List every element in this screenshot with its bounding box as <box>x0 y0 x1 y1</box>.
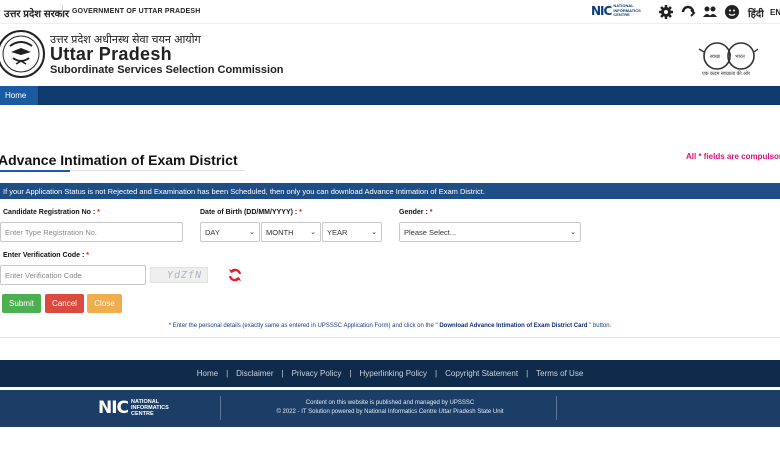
dob-day-select[interactable]: DAY ⌄ <box>200 222 260 242</box>
top-bar: उत्तर प्रदेश सरकार GOVERNMENT OF UTTAR P… <box>0 0 780 24</box>
instruction-text: * Enter the personal details (exactly sa… <box>168 323 612 329</box>
footer-link-disclaimer[interactable]: Disclaimer <box>236 369 273 378</box>
registration-label: Candidate Registration No : * <box>3 209 100 216</box>
chevron-down-icon: ⌄ <box>371 229 377 236</box>
header-title-main: Uttar Pradesh <box>50 44 172 64</box>
footer-link-terms[interactable]: Terms of Use <box>536 369 583 378</box>
verification-field[interactable] <box>0 265 146 285</box>
cancel-button[interactable]: Cancel <box>45 294 84 313</box>
footer-credits: Content on this website is published and… <box>0 399 780 417</box>
verification-label: Enter Verification Code : * <box>3 252 89 259</box>
gender-select[interactable]: Please Select... ⌄ <box>399 222 581 242</box>
verification-input[interactable] <box>5 270 141 280</box>
nic-text: NATIONAL INFORMATICS CENTRE <box>613 3 641 18</box>
dob-month-select[interactable]: MONTH ⌄ <box>261 222 321 242</box>
swachh-caption: एक कदम स्वच्छता की ओर <box>702 71 751 77</box>
nav-home[interactable]: Home <box>0 86 38 105</box>
info-bar: If your Application Status is not Reject… <box>0 183 780 199</box>
title-underline <box>0 170 245 172</box>
gov-hindi-label: उत्तर प्रदेश सरकार <box>4 9 70 20</box>
captcha-image: YdZfN <box>150 267 208 283</box>
gov-english-label: GOVERNMENT OF UTTAR PRADESH <box>72 8 201 15</box>
site-header: उत्तर प्रदेश अधीनस्थ सेवा चयन आयोग Uttar… <box>0 24 780 86</box>
footer-link-privacy[interactable]: Privacy Policy <box>292 369 342 378</box>
svg-text:भारत: भारत <box>735 54 745 60</box>
required-fields-note: All * fields are compulsory <box>686 152 780 161</box>
chevron-down-icon: ⌄ <box>310 229 316 236</box>
registration-field[interactable] <box>0 222 183 242</box>
registration-input[interactable] <box>5 227 178 237</box>
dob-year-select[interactable]: YEAR ⌄ <box>322 222 382 242</box>
swachh-bharat-logo: स्वच्छ भारत <box>698 42 758 70</box>
footer-credit-line1: Content on this website is published and… <box>305 400 475 406</box>
main-nav: Home <box>0 86 780 105</box>
footer-link-hyperlinking[interactable]: Hyperlinking Policy <box>359 369 427 378</box>
dob-label: Date of Birth (DD/MM/YYYY) : * <box>200 209 302 216</box>
nic-logo-top[interactable]: NIC NATIONAL INFORMATICS CENTRE <box>591 3 641 19</box>
footer-nav: Home | Disclaimer | Privacy Policy | Hyp… <box>0 360 780 387</box>
page-title: Advance Intimation of Exam District <box>0 152 238 168</box>
nic-mark: NIC <box>591 4 612 18</box>
svg-text:स्वच्छ: स्वच्छ <box>710 54 721 60</box>
refresh-captcha-icon[interactable] <box>227 267 243 283</box>
footer-bottom: NIC NATIONAL INFORMATICS CENTRE Content … <box>0 390 780 427</box>
header-title-sub: Subordinate Services Selection Commissio… <box>50 64 284 76</box>
chevron-down-icon: ⌄ <box>570 229 576 236</box>
settings-icon[interactable] <box>658 4 674 20</box>
chevron-down-icon: ⌄ <box>249 229 255 236</box>
top-separator <box>62 5 63 17</box>
instruction-link: Download Advance Intimation of Exam Dist… <box>437 323 590 329</box>
up-emblem-logo[interactable] <box>0 28 46 80</box>
lang-hindi-link[interactable]: हिंदी <box>748 6 764 20</box>
lang-english-link[interactable]: EN <box>770 8 780 17</box>
footer-link-home[interactable]: Home <box>197 369 218 378</box>
gender-label: Gender : * <box>399 209 433 216</box>
footer-link-copyright[interactable]: Copyright Statement <box>445 369 518 378</box>
accessibility-icon[interactable] <box>680 4 696 20</box>
content-divider <box>0 337 780 338</box>
submit-button[interactable]: Submit <box>2 294 41 313</box>
close-button[interactable]: Close <box>87 294 122 313</box>
screen-reader-icon[interactable] <box>702 4 718 20</box>
footer-credit-line2: © 2022 - IT Solution powered by National… <box>276 409 504 415</box>
contrast-icon[interactable] <box>724 4 740 20</box>
